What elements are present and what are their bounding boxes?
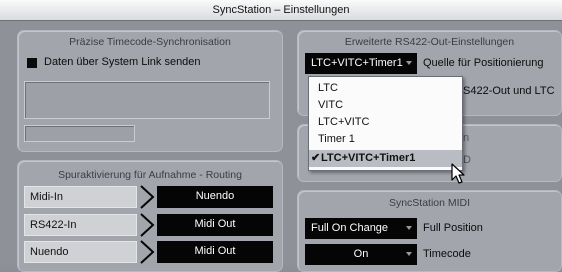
routing-arrow-icon (140, 213, 155, 237)
chevron-down-icon (406, 61, 412, 65)
timecode-label: Timecode (423, 248, 471, 260)
system-link-label: Daten über System Link senden (44, 56, 201, 68)
full-position-value: Full On Change (311, 222, 389, 234)
routing-target-nuendo[interactable]: Nuendo (157, 186, 273, 208)
menu-item-vitc[interactable]: VITC (309, 97, 462, 114)
full-position-label: Full Position (423, 222, 483, 234)
routing-source-midi-in: Midi-In (24, 186, 137, 208)
positioning-source-value: LTC+VITC+Timer1 (311, 57, 403, 69)
timecode-panel-title: Präzise Timecode-Synchronisation (69, 36, 231, 48)
timecode-dropdown[interactable]: On (305, 244, 417, 265)
timecode-status-field (24, 125, 135, 142)
routing-target-midi-out-2[interactable]: Midi Out (157, 241, 273, 263)
rs422-panel-title: Erweiterte RS422-Out-Einstellungen (344, 36, 515, 48)
menu-item-ltc-vitc-timer1[interactable]: ✔ LTC+VITC+Timer1 (309, 150, 462, 167)
chevron-down-icon (406, 226, 412, 230)
mouse-cursor-icon (451, 163, 465, 184)
positioning-source-label: Quelle für Positionierung (423, 57, 544, 69)
menu-item-ltc-vitc[interactable]: LTC+VITC (309, 114, 462, 131)
check-icon: ✔ (311, 152, 321, 164)
routing-panel-title: Spuraktivierung für Aufnahme - Routing (58, 169, 242, 181)
window-title: SyncStation – Einstellungen (0, 0, 562, 21)
rs422-out-ltc-label: S422-Out und LTC (463, 85, 555, 97)
timecode-info-field (24, 81, 270, 119)
routing-arrow-icon (140, 185, 155, 209)
positioning-source-menu: LTC VITC LTC+VITC Timer 1 ✔ LTC+VITC+Tim… (308, 76, 463, 171)
menu-item-label: LTC+VITC+Timer1 (321, 152, 416, 164)
full-position-dropdown[interactable]: Full On Change (305, 218, 417, 239)
routing-arrow-icon (140, 240, 155, 264)
routing-source-nuendo: Nuendo (24, 241, 137, 263)
routing-target-midi-out-1[interactable]: Midi Out (157, 214, 273, 236)
midi-panel-title: SyncStation MIDI (388, 197, 471, 209)
system-link-checkbox[interactable] (27, 58, 37, 68)
positioning-source-dropdown[interactable]: LTC+VITC+Timer1 (305, 53, 417, 74)
menu-item-timer1[interactable]: Timer 1 (309, 131, 462, 148)
hidden-label-1: n (463, 132, 470, 144)
chevron-down-icon (406, 252, 412, 256)
routing-source-rs422-in: RS422-In (24, 214, 137, 236)
menu-item-ltc[interactable]: LTC (309, 80, 462, 97)
settings-window: SyncStation – Einstellungen Präzise Time… (0, 0, 562, 272)
timecode-value: On (353, 248, 369, 260)
